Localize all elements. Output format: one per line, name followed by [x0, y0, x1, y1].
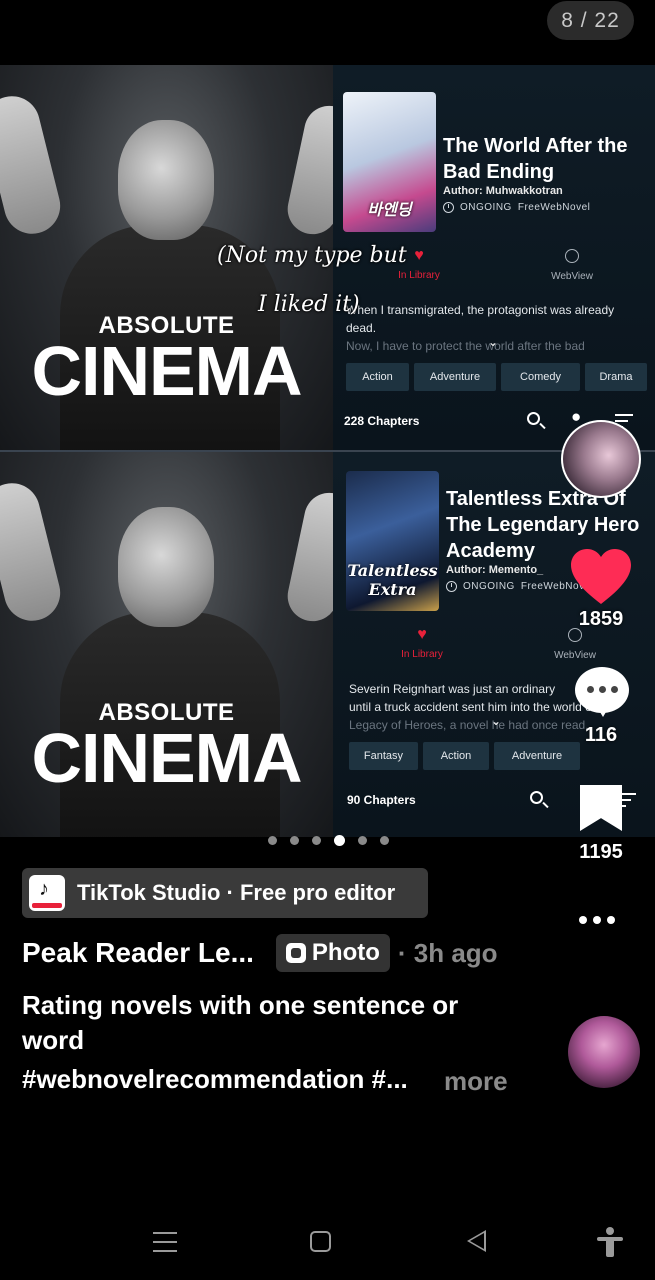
tiktok-studio-label: TikTok Studio · Free pro editor: [77, 880, 396, 905]
clock-icon: [446, 581, 457, 592]
slide-panel-1: ABSOLUTE CINEMA 바엔딩 The World After the …: [0, 65, 655, 450]
meme-hand-left: [0, 90, 67, 240]
desc-line-1: When I transmigrated, the protagonist wa…: [346, 303, 615, 317]
in-library-label: In Library: [398, 270, 440, 281]
meme-hand-right: [283, 101, 333, 239]
recent-apps-icon[interactable]: [153, 1232, 177, 1259]
book-title: The World After the Bad Ending: [443, 135, 628, 183]
genre-tag[interactable]: Action: [346, 363, 409, 391]
webview-label: WebView: [551, 271, 593, 282]
more-link[interactable]: more: [444, 1066, 508, 1097]
carousel-dot[interactable]: [312, 836, 321, 845]
genre-tag[interactable]: Action: [423, 742, 489, 770]
clock-icon: [443, 202, 454, 213]
music-avatar[interactable]: [568, 1016, 640, 1088]
book-cover-text: 바엔딩: [367, 200, 412, 219]
genre-tag[interactable]: Fantasy: [349, 742, 418, 770]
webview-label: WebView: [554, 650, 596, 661]
genre-tag[interactable]: Comedy: [501, 363, 580, 391]
chapter-count: 90 Chapters: [347, 793, 416, 807]
like-heart-icon[interactable]: [570, 548, 632, 606]
genre-tag[interactable]: Drama: [585, 363, 647, 391]
photo-badge: Photo: [275, 934, 390, 972]
meme-hand-left: [0, 477, 67, 627]
carousel-dot-active[interactable]: [334, 835, 345, 846]
like-count: 1859: [578, 608, 624, 630]
meme-hand-right: [283, 488, 333, 626]
carousel-dot[interactable]: [380, 836, 389, 845]
globe-icon: [565, 249, 579, 263]
tiktok-studio-banner[interactable]: ♪ TikTok Studio · Free pro editor: [22, 868, 428, 918]
chevron-down-icon[interactable]: ⌄: [488, 335, 498, 349]
slide-panel-2: ABSOLUTE CINEMA Talentless Extra Talentl…: [0, 452, 655, 837]
webview-button[interactable]: WebView: [540, 628, 610, 661]
accessibility-icon[interactable]: [597, 1227, 623, 1257]
meme-image: ABSOLUTE CINEMA: [0, 452, 333, 837]
book-status-text: ONGOING: [463, 581, 515, 592]
home-icon[interactable]: [310, 1231, 331, 1252]
book-card-2: Talentless Extra Talentless Extra Of The…: [333, 452, 655, 837]
carousel-indicator: [268, 835, 389, 846]
tiktok-studio-icon: ♪: [29, 875, 65, 911]
book-cover-1: 바엔딩: [343, 92, 436, 232]
webview-button[interactable]: WebView: [537, 249, 607, 282]
system-navigation-bar: [0, 1210, 655, 1280]
book-cover-2: Talentless Extra: [346, 471, 439, 611]
chevron-down-icon[interactable]: ⌄: [491, 714, 501, 728]
genre-tags: Action Adventure Comedy Drama: [346, 363, 647, 391]
chapter-count: 228 Chapters: [344, 414, 420, 428]
creator-avatar[interactable]: [561, 420, 641, 498]
post-caption: Rating novels with one sentence or word: [22, 990, 459, 1055]
search-icon[interactable]: [527, 412, 540, 425]
post-time: · 3h ago: [397, 937, 498, 968]
carousel-dot[interactable]: [268, 836, 277, 845]
book-cover-text: Talentless Extra: [347, 561, 438, 599]
comment-count: 116: [584, 724, 618, 746]
location-icon[interactable]: ●: [571, 407, 581, 427]
meme-cinema-text: CINEMA: [31, 332, 302, 410]
overlay-text-line-1: (Not my type but: [217, 243, 407, 268]
heart-icon: ♥: [417, 626, 427, 643]
search-icon[interactable]: [530, 791, 543, 804]
comment-icon[interactable]: [575, 667, 629, 717]
in-library-button[interactable]: ♥ In Library: [387, 626, 457, 661]
carousel-dot[interactable]: [290, 836, 299, 845]
in-library-label: In Library: [401, 649, 443, 660]
meme-head: [118, 120, 214, 240]
username[interactable]: Peak Reader Le...: [22, 937, 254, 969]
image-counter: 8 / 22: [547, 1, 634, 40]
post-hashtags[interactable]: #webnovelrecommendation #...: [22, 1064, 408, 1095]
genre-tags: Fantasy Action Adventure: [349, 742, 580, 770]
meme-cinema-text: CINEMA: [31, 719, 302, 797]
book-status: ONGOING FreeWebNovel: [443, 202, 590, 213]
save-count: 1195: [579, 841, 623, 863]
book-author: Author: Muhwakkotran: [443, 185, 563, 197]
overlay-text-line-2: I liked it): [258, 292, 360, 317]
book-source-text: FreeWebNovel: [517, 202, 591, 213]
carousel-dot[interactable]: [358, 836, 367, 845]
post-meta: Peak Reader Le... Photo · 3h ago: [22, 934, 498, 972]
book-author: Author: Memento_: [446, 564, 544, 576]
genre-tag[interactable]: Adventure: [414, 363, 496, 391]
book-status-text: ONGOING: [460, 202, 512, 213]
back-icon[interactable]: [467, 1230, 486, 1252]
more-options-icon[interactable]: [579, 916, 615, 924]
meme-head: [118, 507, 214, 627]
photo-icon: [285, 943, 306, 963]
photo-badge-label: Photo: [311, 939, 380, 966]
